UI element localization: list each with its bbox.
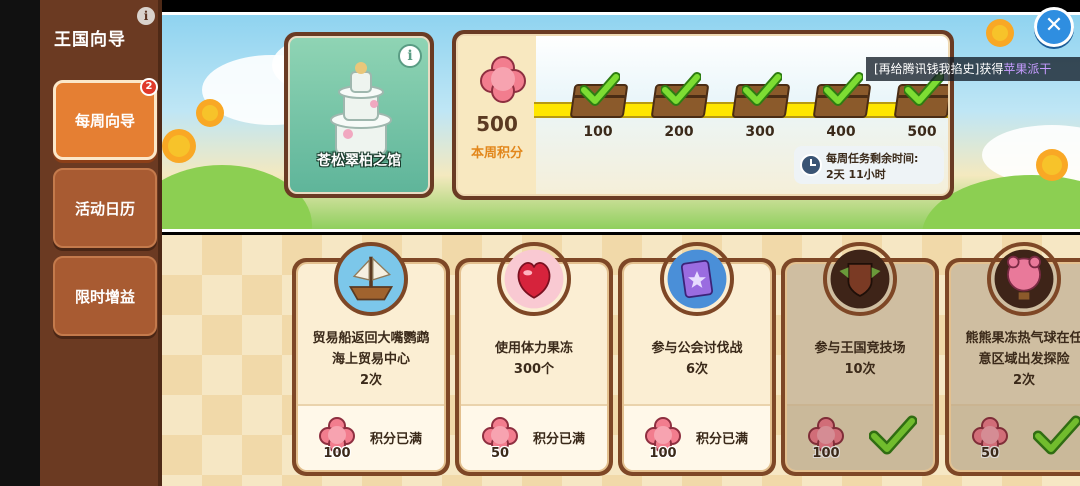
milestone-reward[interactable]: 500 <box>892 72 948 144</box>
timer-value: 2天 11小时 <box>826 168 886 181</box>
check-icon <box>869 415 917 455</box>
milestone-reward[interactable]: 300 <box>730 72 791 144</box>
check-icon <box>742 72 782 106</box>
task-description: 参与公会讨伐战 6次 <box>634 338 760 380</box>
task-count: 6次 <box>685 362 709 377</box>
milestone-label: 100 <box>583 124 613 140</box>
task-line: 使用体力果冻 <box>494 341 573 356</box>
weekly-progress-panel: 500 本周积分 100 200 300 400 500 每周任务剩余时间: 2… <box>452 30 954 200</box>
sidebar-item-weekly-guide[interactable]: 每周向导 2 <box>53 78 158 160</box>
task-line: 参与公会讨伐战 <box>651 341 743 356</box>
notice-highlight: 苹果派干 <box>1003 62 1052 76</box>
notification-badge: 2 <box>140 78 158 96</box>
balloon-icon <box>987 242 1061 316</box>
milestone-label: 500 <box>907 124 937 140</box>
task-card[interactable]: 100 积分已满 参与公会讨伐战 6次 <box>618 242 776 476</box>
sidebar-item-event-calendar[interactable]: 活动日历 <box>53 168 157 248</box>
task-line: 参与王国竞技场 <box>814 341 906 356</box>
notice-text: [再给腾讯钱我掐史]获得 <box>874 62 1004 76</box>
milestone-reward[interactable]: 400 <box>811 72 872 144</box>
task-description: 熊熊果冻热气球在任 意区域出发探险 2次 <box>961 328 1080 391</box>
broadcast-notice: [再给腾讯钱我掐史]获得苹果派干 <box>866 57 1080 81</box>
milestone-reward[interactable]: 100 <box>568 72 629 144</box>
task-line: 熊熊果冻热气球在任 <box>965 331 1080 346</box>
sidebar-item-label: 活动日历 <box>74 199 135 218</box>
task-reward: 100 <box>787 404 933 470</box>
timer-title: 每周任务剩余时间: <box>826 152 919 165</box>
gem-icon <box>480 56 526 103</box>
task-card[interactable]: 50 积分已满 使用体力果冻 300个 <box>455 242 613 476</box>
weekly-timer: 每周任务剩余时间: 2天 11小时 <box>794 146 944 184</box>
close-button[interactable]: ✕ <box>1034 7 1074 47</box>
weekly-points-label: 本周积分 <box>470 146 523 161</box>
milestone-label: 400 <box>826 124 856 140</box>
task-count: 300个 <box>513 362 555 377</box>
task-count: 2次 <box>359 373 383 388</box>
milestone-label: 200 <box>664 124 694 140</box>
guild-icon <box>660 242 734 316</box>
task-reward: 50 <box>951 404 1080 470</box>
info-icon[interactable]: i <box>137 7 155 25</box>
task-line: 海上贸易中心 <box>331 352 410 367</box>
info-icon[interactable]: i <box>398 44 422 68</box>
sidebar-item-label: 限时增益 <box>74 287 135 306</box>
weekly-points-value: 500 <box>476 112 518 136</box>
task-description: 参与王国竞技场 10次 <box>797 338 923 380</box>
task-line: 贸易船返回大嘴鹦鹉 <box>312 331 430 346</box>
sidebar: 王国向导 i 每周向导 2 活动日历 限时增益 <box>40 0 162 486</box>
check-icon <box>661 72 701 106</box>
sidebar-title: 王国向导 <box>54 30 126 50</box>
task-points: 50 <box>980 446 1000 461</box>
task-status: 积分已满 <box>696 432 749 447</box>
task-status: 积分已满 <box>533 432 586 447</box>
task-points: 50 <box>490 446 510 461</box>
clock-icon <box>800 154 822 176</box>
milestone-label: 300 <box>745 124 775 140</box>
sidebar-item-limited-boost[interactable]: 限时增益 <box>53 256 157 336</box>
weekly-score-box: 500 本周积分 <box>458 36 536 194</box>
task-reward: 50 积分已满 <box>461 404 607 470</box>
task-line: 意区域出发探险 <box>978 352 1070 367</box>
task-points: 100 <box>323 446 351 461</box>
close-icon: ✕ <box>1044 13 1064 38</box>
milestone-reward[interactable]: 200 <box>649 72 710 144</box>
arena-icon <box>823 242 897 316</box>
building-card[interactable]: i 苍松翠柏之馆 <box>284 32 434 198</box>
building-name: 苍松翠柏之馆 <box>317 153 401 169</box>
task-description: 贸易船返回大嘴鹦鹉 海上贸易中心 2次 <box>308 328 434 391</box>
check-icon <box>1033 415 1080 455</box>
task-reward: 100 积分已满 <box>624 404 770 470</box>
task-status: 积分已满 <box>370 432 423 447</box>
check-icon <box>823 72 863 106</box>
task-points: 100 <box>812 446 840 461</box>
task-reward: 100 积分已满 <box>298 404 444 470</box>
task-card[interactable]: 100 积分已满 贸易船返回大嘴鹦鹉 海上贸易中心 2次 <box>292 242 450 476</box>
jelly-icon <box>497 242 571 316</box>
task-points: 100 <box>649 446 677 461</box>
task-count: 10次 <box>844 362 876 377</box>
ship-icon <box>334 242 408 316</box>
task-count: 2次 <box>1012 373 1036 388</box>
task-card[interactable]: 50 熊熊果冻热气球在任 意区域出发探险 2次 <box>945 242 1080 476</box>
check-icon <box>580 72 620 106</box>
screen-edge <box>0 0 40 486</box>
task-card[interactable]: 100 参与王国竞技场 10次 <box>781 242 939 476</box>
sidebar-item-label: 每周向导 <box>74 111 135 130</box>
task-description: 使用体力果冻 300个 <box>471 338 597 380</box>
